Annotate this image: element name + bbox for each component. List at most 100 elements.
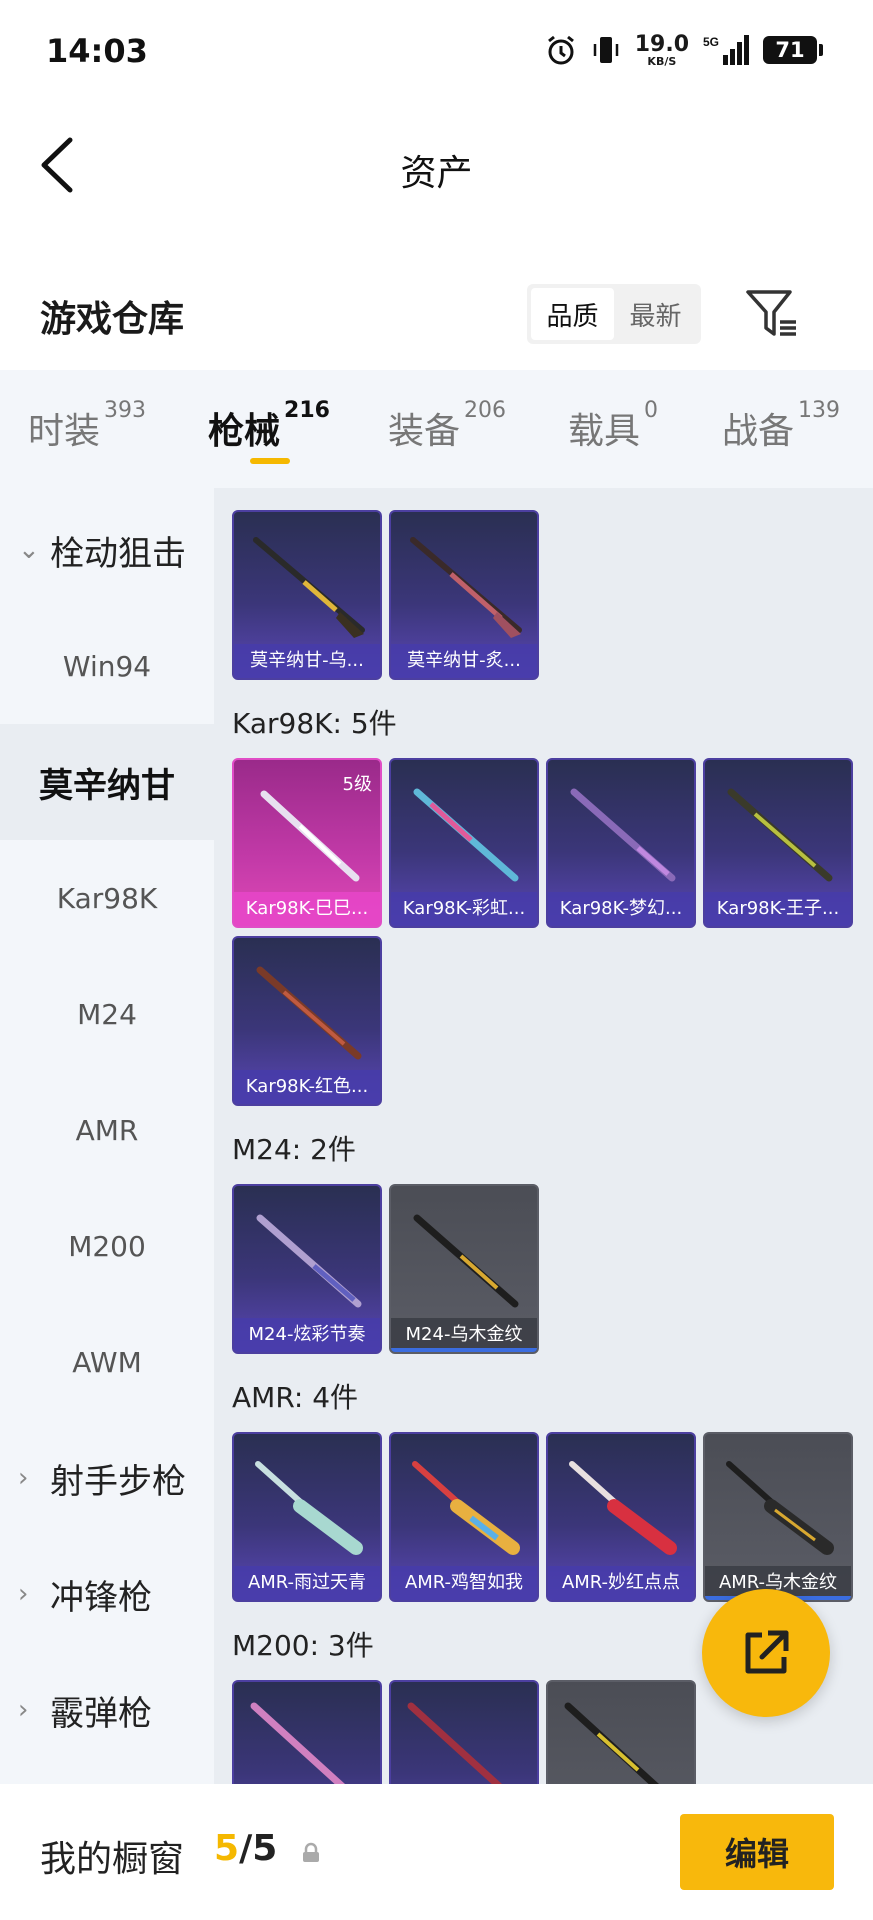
item-card[interactable]: 5级 Kar98K-巳巳... xyxy=(232,758,382,928)
edit-button[interactable]: 编辑 xyxy=(680,1814,834,1890)
alarm-icon xyxy=(547,35,574,65)
sidebar-item-m24[interactable]: M24 xyxy=(0,956,214,1072)
showcase-current: 5 xyxy=(214,1828,240,1869)
group-label: M24: 2件 xyxy=(232,1133,356,1166)
item-name: 莫辛纳甘-炙... xyxy=(391,644,537,678)
rifle-icon xyxy=(569,1461,677,1555)
lock-icon xyxy=(303,1842,319,1862)
sidebar-group-bolt-action[interactable]: ⌄ 栓动狙击 xyxy=(0,492,214,608)
bottom-bar: 我的橱窗 5/5 编辑 xyxy=(0,1784,873,1920)
sidebar-item-amr[interactable]: AMR xyxy=(0,1072,214,1188)
item-card[interactable]: AMR-妙红点点 xyxy=(546,1432,696,1602)
sidebar-group-marksman[interactable]: › 射手步枪 xyxy=(0,1420,214,1536)
share-button[interactable] xyxy=(702,1589,830,1717)
item-card[interactable]: M24-炫彩节奏 xyxy=(232,1184,382,1354)
tab-count: 393 xyxy=(104,398,147,423)
rifle-icon xyxy=(413,1214,519,1308)
item-card[interactable] xyxy=(389,1680,539,1784)
sort-toggle: 品质 最新 xyxy=(527,284,701,344)
rifle-icon xyxy=(410,537,522,638)
item-card[interactable] xyxy=(232,1680,382,1784)
sidebar-item-awm[interactable]: AWM xyxy=(0,1304,214,1420)
sidebar-item-kar98k[interactable]: Kar98K xyxy=(0,840,214,956)
page-title: 资产 xyxy=(400,153,473,194)
item-card[interactable]: Kar98K-梦幻... xyxy=(546,758,696,928)
sort-option-quality[interactable]: 品质 xyxy=(531,288,614,340)
tab-fashion[interactable]: 时装393 xyxy=(28,398,146,454)
tab-vehicles[interactable]: 载具0 xyxy=(568,398,658,454)
item-name: AMR-妙红点点 xyxy=(548,1566,694,1600)
item-card[interactable]: Kar98K-王子... xyxy=(703,758,853,928)
rifle-icon xyxy=(727,788,833,882)
item-card[interactable]: Kar98K-红色... xyxy=(232,936,382,1106)
item-card[interactable]: AMR-鸡智如我 xyxy=(389,1432,539,1602)
battery-indicator: 71 xyxy=(763,36,823,64)
status-bar: 14:03 19.0 KB/S 5G 71 xyxy=(0,0,873,100)
tab-count: 216 xyxy=(284,398,330,423)
sidebar-group-shotgun[interactable]: › 霰弹枪 xyxy=(0,1652,214,1768)
tab-guns[interactable]: 枪械216 xyxy=(208,398,330,454)
tab-equipment[interactable]: 装备206 xyxy=(388,398,506,454)
filter-icon[interactable] xyxy=(744,286,800,342)
section-title: 游戏仓库 xyxy=(40,299,185,340)
item-name: Kar98K-彩虹... xyxy=(391,892,537,926)
rifle-icon xyxy=(407,1702,503,1784)
rifle-icon xyxy=(253,537,365,638)
rifle-icon xyxy=(255,1461,363,1555)
item-card[interactable] xyxy=(546,1680,696,1784)
group-label: Kar98K: 5件 xyxy=(232,707,397,740)
item-card[interactable]: AMR-雨过天青 xyxy=(232,1432,382,1602)
item-card[interactable]: AMR-乌木金纹 xyxy=(703,1432,853,1602)
group-label: M200: 3件 xyxy=(232,1629,374,1662)
item-name: AMR-雨过天青 xyxy=(234,1566,380,1600)
sidebar-label: 射手步枪 xyxy=(50,1461,186,1502)
rifle-icon xyxy=(564,1702,660,1784)
sidebar-label: 栓动狙击 xyxy=(50,533,186,574)
sidebar-label: 冲锋枪 xyxy=(50,1577,152,1618)
tab-label: 载具 xyxy=(568,411,641,452)
status-icons: 19.0 KB/S 5G 71 xyxy=(545,30,823,70)
rifle-icon xyxy=(256,1214,362,1308)
sidebar-item-win94[interactable]: Win94 xyxy=(0,608,214,724)
item-level-badge: 5级 xyxy=(342,774,372,795)
sidebar-label: 霰弹枪 xyxy=(50,1693,152,1734)
item-card[interactable]: 莫辛纳甘-乌... xyxy=(232,510,382,680)
item-name: Kar98K-巳巳... xyxy=(234,892,380,926)
rifle-icon xyxy=(413,788,519,882)
item-card[interactable]: Kar98K-彩虹... xyxy=(389,758,539,928)
item-card[interactable]: M24-乌木金纹 xyxy=(389,1184,539,1354)
item-name: Kar98K-王子... xyxy=(705,892,851,926)
sort-option-newest[interactable]: 最新 xyxy=(614,288,697,340)
tab-supplies[interactable]: 战备139 xyxy=(722,398,840,454)
net-speed-value: 19.0 xyxy=(634,31,689,57)
signal-icon: 5G xyxy=(703,35,749,65)
tab-label: 战备 xyxy=(722,411,795,452)
sidebar-item-m200[interactable]: M200 xyxy=(0,1188,214,1304)
chevron-down-icon: ⌄ xyxy=(18,535,40,565)
item-name: Kar98K-梦幻... xyxy=(548,892,694,926)
sidebar-group-smg[interactable]: › 冲锋枪 xyxy=(0,1536,214,1652)
top-bar: 资产 xyxy=(0,100,873,230)
tab-label: 装备 xyxy=(388,411,461,452)
item-name: M24-炫彩节奏 xyxy=(234,1318,380,1352)
item-name: AMR-鸡智如我 xyxy=(391,1566,537,1600)
net-speed: 19.0 KB/S xyxy=(634,31,689,68)
item-name: Kar98K-红色... xyxy=(234,1070,380,1104)
showcase-label: 我的橱窗 xyxy=(40,1839,185,1880)
weapon-category-sidebar: ⌄ 栓动狙击 Win94 莫辛纳甘 Kar98K M24 AMR M200 AW… xyxy=(0,488,214,1784)
rifle-icon xyxy=(250,1702,346,1784)
sidebar-item-mosin[interactable]: 莫辛纳甘 xyxy=(0,724,214,840)
item-card[interactable]: 莫辛纳甘-炙... xyxy=(389,510,539,680)
rifle-icon xyxy=(256,966,362,1060)
chevron-right-icon: › xyxy=(18,1695,29,1725)
tab-count: 0 xyxy=(644,398,659,423)
showcase-total: 5 xyxy=(252,1828,278,1869)
section-header: 游戏仓库 品质 最新 xyxy=(0,230,873,370)
rifle-icon xyxy=(726,1461,834,1555)
active-tab-indicator xyxy=(250,458,290,464)
tab-label: 枪械 xyxy=(208,411,281,452)
showcase-separator: / xyxy=(239,1828,253,1869)
net-speed-unit: KB/S xyxy=(647,54,677,68)
tab-label: 时装 xyxy=(28,411,101,452)
showcase-count: 5/5 xyxy=(214,1828,277,1869)
